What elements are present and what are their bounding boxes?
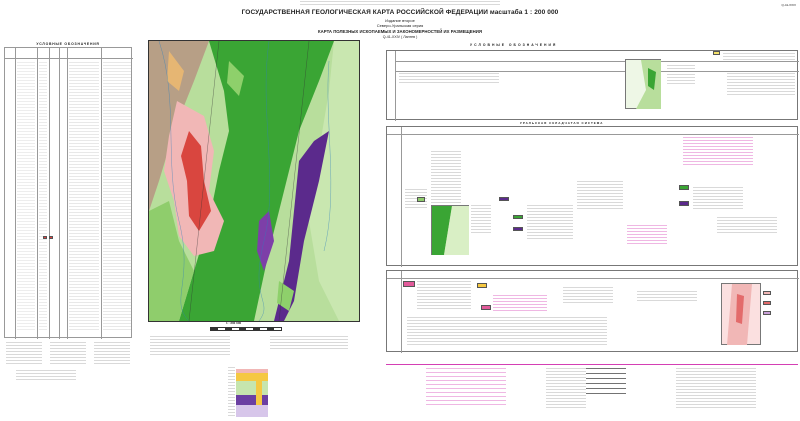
- legend-swatch: [763, 301, 771, 305]
- right-middle-block: [386, 126, 799, 267]
- map-frame: [148, 40, 360, 322]
- legend-swatch: [679, 201, 689, 206]
- legend-swatch: [403, 281, 415, 287]
- geological-map: [149, 41, 359, 321]
- legend-swatch: [417, 197, 425, 202]
- right-block-heading: УРАЛЬСКАЯ СКЛАДЧАТАЯ СИСТЕМА: [520, 121, 604, 125]
- inset-map-top: [625, 59, 661, 109]
- main-title: ГОСУДАРСТВЕННАЯ ГЕОЛОГИЧЕСКАЯ КАРТА РОСС…: [241, 9, 559, 16]
- legend-swatch: [513, 215, 523, 219]
- scale-bar: 1 : 200 000: [210, 321, 282, 332]
- scale-label: 1 : 200 000: [226, 321, 242, 325]
- left-legend-title: УСЛОВНЫЕ ОБОЗНАЧЕНИЯ: [36, 42, 100, 46]
- right-symbols: [386, 356, 798, 418]
- series-line: Северо-Уральская серия: [376, 23, 424, 28]
- legend-swatch: [763, 291, 771, 295]
- map-title: КАРТА ПОЛЕЗНЫХ ИСКОПАЕМЫХ И ЗАКОНОМЕРНОС…: [318, 29, 482, 34]
- right-top-block: [386, 50, 799, 121]
- publisher-note: [300, 1, 500, 7]
- legend-swatch: [513, 227, 523, 231]
- left-legend: УСЛОВНЫЕ ОБОЗНАЧЕНИЯ: [4, 40, 133, 339]
- right-lower-block: [386, 270, 799, 353]
- legend-swatch: [43, 236, 47, 239]
- inset-map-middle: [431, 205, 469, 255]
- legend-swatch: [477, 283, 487, 288]
- legend-swatch: [481, 305, 491, 310]
- inset-map-lower: [721, 283, 761, 345]
- legend-swatch: [499, 197, 509, 201]
- sheet-tag: Q-41-XXIV: [781, 3, 796, 7]
- right-panel-title: УСЛОВНЫЕ ОБОЗНАЧЕНИЯ: [470, 43, 558, 47]
- legend-swatch: [679, 185, 689, 190]
- legend-swatch: [49, 236, 53, 239]
- strat-column: [228, 365, 278, 420]
- legend-table: [4, 47, 133, 339]
- map-footnotes: [150, 336, 350, 360]
- legend-swatch: [763, 311, 771, 315]
- left-legend-footnotes: [6, 340, 134, 400]
- sheet-label: Q-41-XXIV ( Лаптев ): [382, 35, 418, 39]
